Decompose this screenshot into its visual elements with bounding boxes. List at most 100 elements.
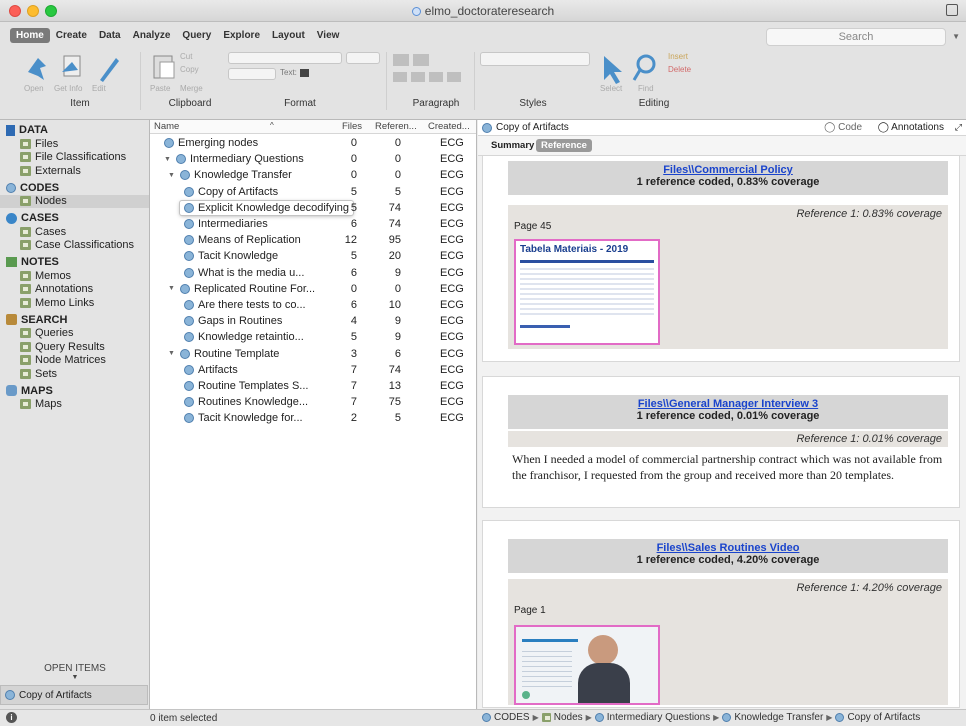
fullscreen-icon[interactable] xyxy=(946,4,958,16)
table-row[interactable]: Explicit Knowledge decodifying 5 74 ECG xyxy=(150,200,477,216)
indent-icon[interactable] xyxy=(393,54,409,66)
tab-create[interactable]: Create xyxy=(50,28,93,43)
sidebar-section-search[interactable]: SEARCH xyxy=(0,313,149,327)
info-icon[interactable]: i xyxy=(6,712,17,723)
table-row[interactable]: Tacit Knowledge for... 2 5 ECG xyxy=(150,410,477,426)
source-link[interactable]: Files\\General Manager Interview 3 xyxy=(508,398,948,410)
disclosure-triangle-icon[interactable]: ▼ xyxy=(168,350,176,357)
open-button[interactable]: Open xyxy=(24,84,44,93)
table-row[interactable]: Routines Knowledge... 7 75 ECG xyxy=(150,394,477,410)
table-row[interactable]: Emerging nodes 0 0 ECG xyxy=(150,135,477,151)
node-icon xyxy=(184,397,194,408)
expand-icon[interactable]: ⤢ xyxy=(955,122,962,133)
source-link[interactable]: Files\\Sales Routines Video xyxy=(508,542,948,554)
delete-button[interactable]: Delete xyxy=(668,65,691,74)
annotations-button[interactable]: ◯ Annotations xyxy=(878,122,944,133)
table-row[interactable]: Tacit Knowledge 5 20 ECG xyxy=(150,248,477,264)
find-button[interactable]: Find xyxy=(638,84,654,93)
table-row[interactable]: Are there tests to co... 6 10 ECG xyxy=(150,297,477,313)
table-row[interactable]: Routine Templates S... 7 13 ECG xyxy=(150,378,477,394)
disclosure-triangle-icon[interactable]: ▼ xyxy=(168,172,176,179)
get-info-button[interactable]: Get Info xyxy=(54,84,82,93)
open-item-tab[interactable]: Copy of Artifacts xyxy=(0,685,148,705)
bold-italic-underline[interactable] xyxy=(228,68,276,80)
sidebar-item-sets[interactable]: Sets xyxy=(0,367,149,381)
table-row[interactable]: Gaps in Routines 4 9 ECG xyxy=(150,313,477,329)
merge-button[interactable]: Merge xyxy=(180,84,203,93)
breadcrumb-item[interactable]: Nodes xyxy=(554,712,583,723)
table-row[interactable]: ▼ Intermediary Questions 0 0 ECG xyxy=(150,151,477,167)
pdf-region-thumbnail[interactable]: Tabela Materiais - 2019 xyxy=(514,239,660,345)
sidebar-item-queries[interactable]: Queries xyxy=(0,327,149,341)
sidebar-item-query-results[interactable]: Query Results xyxy=(0,340,149,354)
sidebar-item-files[interactable]: Files xyxy=(0,137,149,151)
tab-layout[interactable]: Layout xyxy=(266,28,311,43)
sidebar-item-annotations[interactable]: Annotations xyxy=(0,283,149,297)
table-row[interactable]: Copy of Artifacts 5 5 ECG xyxy=(150,184,477,200)
video-frame-thumbnail[interactable] xyxy=(514,625,660,705)
insert-button[interactable]: Insert xyxy=(668,52,688,61)
column-references[interactable]: Referen... xyxy=(375,121,417,132)
disclosure-triangle-icon[interactable]: ▼ xyxy=(164,156,172,163)
search-field[interactable]: Search xyxy=(766,28,946,46)
column-files[interactable]: Files xyxy=(342,121,362,132)
tab-analyze[interactable]: Analyze xyxy=(127,28,177,43)
breadcrumb-item[interactable]: CODES xyxy=(494,712,530,723)
tab-query[interactable]: Query xyxy=(176,28,217,43)
sidebar-item-nodes[interactable]: Nodes xyxy=(0,194,149,208)
table-row[interactable]: Means of Replication 12 95 ECG xyxy=(150,232,477,248)
copy-button[interactable]: Copy xyxy=(180,65,199,74)
open-items-toggle[interactable]: OPEN ITEMS ▼ xyxy=(0,663,150,681)
tab-summary[interactable]: Summary xyxy=(486,139,539,152)
select-button[interactable]: Select xyxy=(600,84,622,93)
sidebar-item-file-classifications[interactable]: File Classifications xyxy=(0,151,149,165)
sidebar-item-memo-links[interactable]: Memo Links xyxy=(0,296,149,310)
sidebar-section-data[interactable]: DATA xyxy=(0,123,149,137)
tab-view[interactable]: View xyxy=(311,28,346,43)
sidebar-item-case-classifications[interactable]: Case Classifications xyxy=(0,239,149,253)
alignment-icons[interactable] xyxy=(393,72,463,82)
code-button[interactable]: ◯ Code xyxy=(824,122,862,133)
sidebar-item-node-matrices[interactable]: Node Matrices xyxy=(0,354,149,368)
group-paragraph-label: Paragraph xyxy=(412,98,460,109)
cell-refs: 74 xyxy=(388,363,401,376)
sidebar-item-memos[interactable]: Memos xyxy=(0,269,149,283)
text-color-swatch[interactable] xyxy=(300,69,309,77)
paste-button[interactable]: Paste xyxy=(150,84,170,93)
sidebar-section-maps[interactable]: MAPS xyxy=(0,384,149,398)
disclosure-triangle-icon[interactable]: ▼ xyxy=(168,285,176,292)
font-size-select[interactable] xyxy=(346,52,380,64)
column-name[interactable]: Name xyxy=(154,121,179,132)
tab-data[interactable]: Data xyxy=(93,28,127,43)
sidebar-item-externals[interactable]: Externals xyxy=(0,164,149,178)
cut-button[interactable]: Cut xyxy=(180,52,192,61)
breadcrumb-item[interactable]: Intermediary Questions xyxy=(607,712,710,723)
font-family-select[interactable] xyxy=(228,52,342,64)
sidebar-section-notes[interactable]: NOTES xyxy=(0,255,149,269)
styles-select[interactable] xyxy=(480,52,590,66)
sidebar-section-codes[interactable]: CODES xyxy=(0,181,149,195)
source-link[interactable]: Files\\Commercial Policy xyxy=(508,164,948,176)
table-row[interactable]: Artifacts 7 74 ECG xyxy=(150,362,477,378)
tab-reference[interactable]: Reference xyxy=(536,139,592,152)
tab-home[interactable]: Home xyxy=(10,28,50,43)
table-row[interactable]: Intermediaries 6 74 ECG xyxy=(150,216,477,232)
sidebar-item-maps[interactable]: Maps xyxy=(0,398,149,412)
sidebar-item-cases[interactable]: Cases xyxy=(0,225,149,239)
breadcrumb-item[interactable]: Copy of Artifacts xyxy=(847,712,920,723)
sort-ascending-icon[interactable]: ^ xyxy=(270,121,274,130)
outdent-icon[interactable] xyxy=(413,54,429,66)
reference-scroll-area[interactable]: Files\\Commercial Policy 1 reference cod… xyxy=(478,156,966,709)
breadcrumb-item[interactable]: Knowledge Transfer xyxy=(734,712,823,723)
table-row[interactable]: ▼ Replicated Routine For... 0 0 ECG xyxy=(150,281,477,297)
sidebar-section-cases[interactable]: CASES xyxy=(0,211,149,225)
column-created-by[interactable]: Created... xyxy=(428,121,470,132)
cell-refs: 75 xyxy=(388,396,401,409)
table-row[interactable]: ▼ Routine Template 3 6 ECG xyxy=(150,346,477,362)
table-row[interactable]: What is the media u... 6 9 ECG xyxy=(150,265,477,281)
edit-button[interactable]: Edit xyxy=(92,84,106,93)
table-row[interactable]: Knowledge retaintio... 5 9 ECG xyxy=(150,329,477,345)
table-row[interactable]: ▼ Knowledge Transfer 0 0 ECG xyxy=(150,167,477,183)
search-dropdown-icon[interactable]: ▼ xyxy=(952,32,960,41)
tab-explore[interactable]: Explore xyxy=(217,28,266,43)
